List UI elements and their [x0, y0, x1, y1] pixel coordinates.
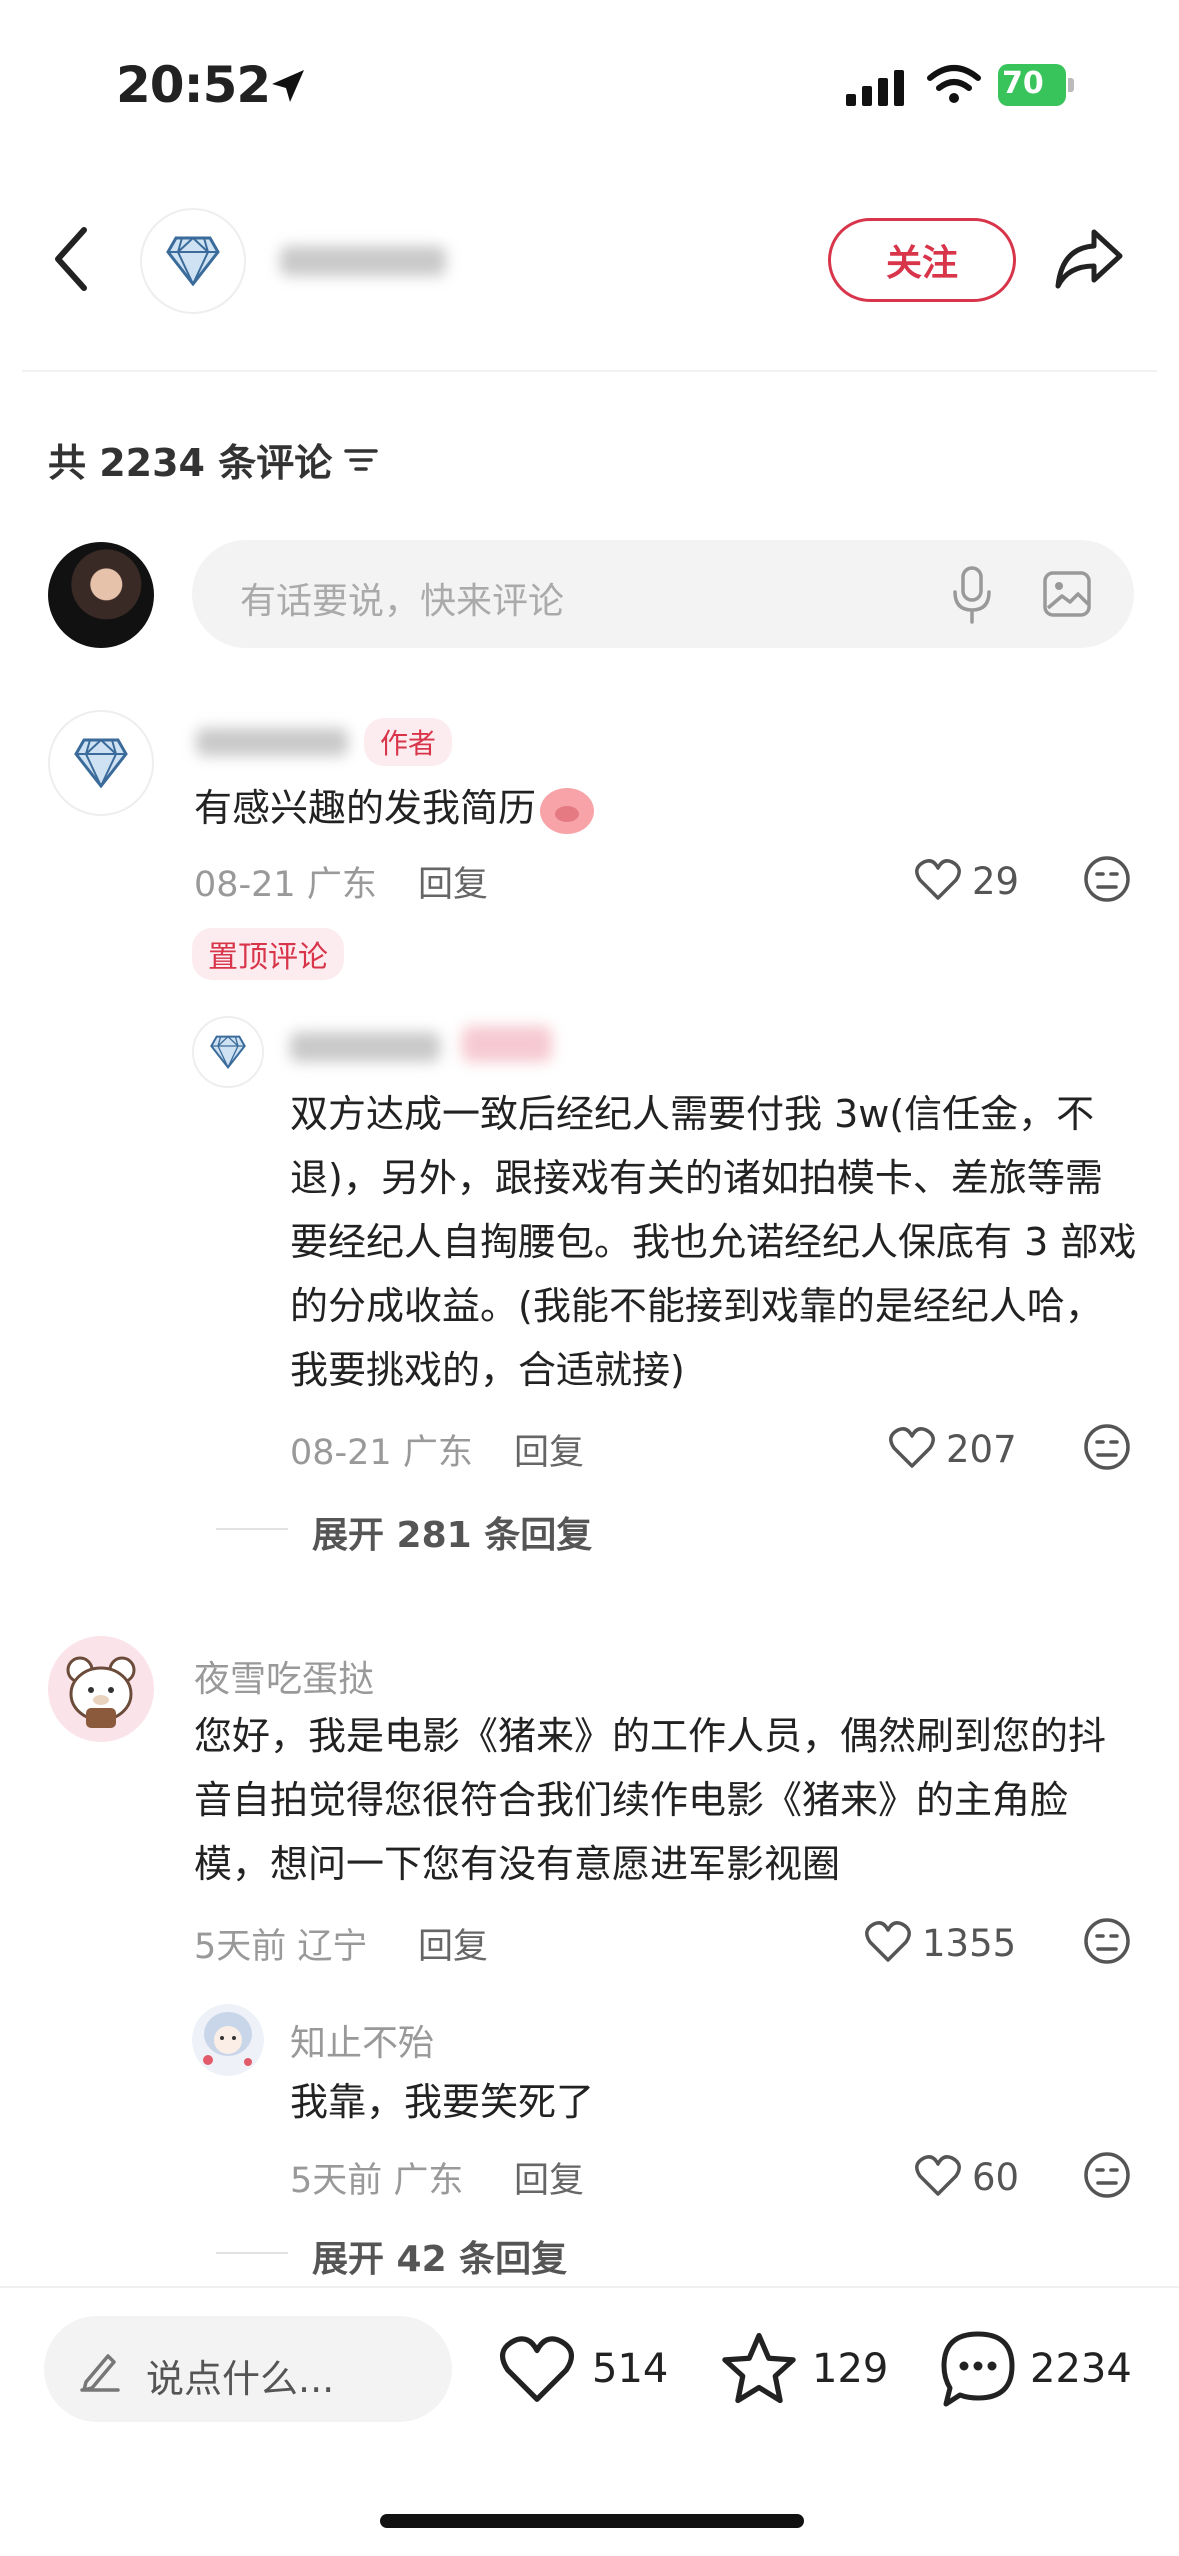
bear-avatar-icon [66, 1656, 136, 1728]
location-arrow-icon [272, 70, 304, 102]
comment-input-placeholder: 有话要说，快来评论 [240, 581, 565, 622]
like-count: 60 [972, 2156, 1020, 2199]
share-icon[interactable] [1054, 226, 1124, 290]
header-divider [22, 370, 1157, 372]
meh-face-icon[interactable] [1082, 1916, 1132, 1966]
reply-text: 我靠，我要笑死了 [290, 2080, 595, 2124]
expand-divider [216, 1528, 288, 1530]
expand-replies-button[interactable]: 展开 281 条回复 [312, 1506, 592, 1558]
say-something-placeholder: 说点什么... [146, 2357, 335, 2401]
reply-text: 双方达成一致后经纪人需要付我 3w(信任金，不退)，另外，跟接戏有关的诸如拍模卡… [290, 1092, 1137, 1392]
reply-author-blurred [290, 1032, 440, 1062]
comment-count: 共 2234 条评论 [48, 441, 333, 485]
reply-button[interactable]: 回复 [418, 1918, 488, 1969]
wifi-icon [927, 65, 981, 103]
anime-avatar-icon [203, 2012, 252, 2066]
image-picker-icon[interactable] [1042, 570, 1092, 618]
expand-divider [216, 2252, 288, 2254]
battery-indicator: 70 [998, 64, 1078, 106]
diamond-icon [166, 236, 220, 286]
star-icon[interactable] [720, 2330, 798, 2406]
back-chevron-icon[interactable] [52, 226, 92, 292]
reply-avatar[interactable] [192, 2004, 264, 2076]
author-tag: 作者 [364, 718, 453, 766]
my-avatar [48, 542, 154, 648]
status-time: 20:52 [116, 56, 271, 114]
like-heart-icon[interactable] [498, 2334, 576, 2406]
comment-count-row[interactable]: 共 2234 条评论 [48, 432, 378, 487]
home-indicator[interactable] [380, 2514, 804, 2528]
reply-button[interactable]: 回复 [418, 856, 488, 907]
follow-button[interactable]: 关注 [828, 218, 1016, 302]
author-avatar[interactable] [140, 208, 246, 314]
heart-icon[interactable] [914, 858, 962, 902]
meh-face-icon[interactable] [1082, 854, 1132, 904]
like-count-total: 514 [592, 2346, 669, 2392]
expand-replies-button[interactable]: 展开 42 条回复 [312, 2230, 567, 2282]
like-count: 1355 [922, 1922, 1017, 1965]
reply-date: 08-21 广东 [290, 1433, 473, 1473]
reply-button[interactable]: 回复 [514, 1424, 584, 1475]
comment-date: 08-21 广东 [194, 865, 377, 905]
reply-button[interactable]: 回复 [514, 2152, 584, 2203]
author-name-blurred [280, 246, 446, 276]
battery-level: 70 [1002, 66, 1044, 101]
heart-icon[interactable] [914, 2154, 962, 2198]
heart-icon[interactable] [864, 1920, 912, 1964]
sort-filter-icon[interactable] [344, 445, 378, 475]
comment-avatar[interactable] [48, 710, 154, 816]
pig-emoji-icon [540, 787, 595, 834]
reply-avatar[interactable] [192, 1016, 264, 1088]
reply-author[interactable]: 知止不殆 [290, 2014, 434, 2066]
cellular-signal-icon [846, 70, 904, 106]
comment-author[interactable]: 夜雪吃蛋挞 [194, 1650, 374, 1702]
reply-date: 5天前 广东 [290, 2161, 464, 2201]
comment-author-blurred [196, 728, 348, 756]
comment-text: 您好，我是电影《猪来》的工作人员，偶然刷到您的抖音自拍觉得您很符合我们续作电影《… [194, 1714, 1107, 1886]
comment-count-total: 2234 [1030, 2346, 1132, 2392]
comment-avatar[interactable] [48, 1636, 154, 1742]
diamond-icon [74, 738, 128, 788]
favorite-count: 129 [812, 2346, 889, 2392]
diamond-icon [210, 1035, 246, 1069]
like-count: 29 [972, 860, 1020, 903]
microphone-icon[interactable] [952, 566, 992, 624]
comment-date: 5天前 辽宁 [194, 1927, 368, 1967]
pencil-icon [80, 2354, 120, 2392]
comment-text: 有感兴趣的发我简历 [194, 786, 537, 830]
meh-face-icon[interactable] [1082, 1422, 1132, 1472]
meh-face-icon[interactable] [1082, 2150, 1132, 2200]
like-count: 207 [946, 1428, 1017, 1471]
heart-icon[interactable] [888, 1426, 936, 1470]
pinned-tag: 置顶评论 [192, 928, 344, 980]
reply-author-tag-blurred [462, 1026, 552, 1062]
comment-bubble-icon[interactable] [940, 2330, 1016, 2408]
